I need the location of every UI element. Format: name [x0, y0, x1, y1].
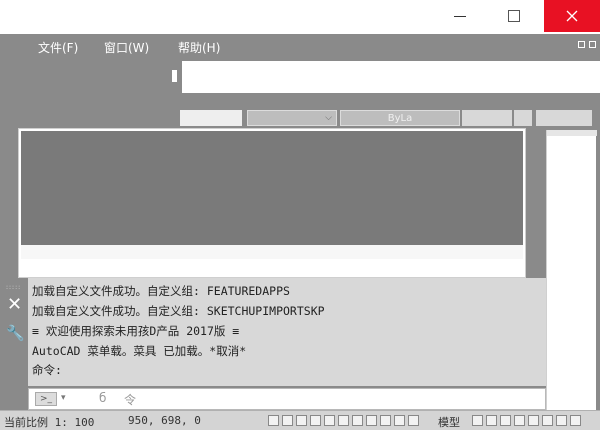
transparency-toggle-icon[interactable] [394, 415, 405, 426]
ortho-toggle-icon[interactable] [296, 415, 307, 426]
command-input[interactable]: >_ ▾ б 令 [28, 388, 546, 410]
linetype-value: ByLa [387, 112, 413, 124]
clean-screen-icon[interactable] [542, 415, 553, 426]
history-line: 加载自定义文件成功。自定义组: FEATUREDAPPS [32, 284, 290, 298]
command-placeholder-a: б [99, 391, 107, 405]
plotstyle-field[interactable] [514, 110, 532, 126]
drawing-canvas[interactable] [21, 131, 523, 245]
command-history: 加载自定义文件成功。自定义组: FEATUREDAPPS 加载自定义文件成功。自… [28, 278, 546, 386]
close-icon[interactable]: ✕ [7, 294, 22, 315]
right-side-panel [546, 130, 597, 430]
isolate-icon[interactable] [514, 415, 525, 426]
mdi-close-icon[interactable] [589, 41, 596, 48]
otrack-toggle-icon[interactable] [338, 415, 349, 426]
maximize-button[interactable] [491, 0, 537, 32]
osnap-toggle-icon[interactable] [324, 415, 335, 426]
history-line: ≡ 欢迎使用探索未用孩D产品 2017版 ≡ [32, 324, 240, 338]
menu-file[interactable]: 文件(F) [38, 39, 78, 56]
minimize-icon [454, 15, 466, 17]
lineweight-field[interactable] [462, 110, 512, 126]
layer-field[interactable] [180, 110, 242, 126]
menu-window[interactable]: 窗口(W) [104, 39, 149, 56]
wrench-icon[interactable]: 🔧 [6, 324, 25, 342]
ribbon-marker [172, 70, 177, 82]
lock-icon[interactable] [500, 415, 511, 426]
color-dropdown[interactable]: ⌵ [247, 110, 337, 126]
command-window-controls: ::::: ✕ 🔧 [0, 278, 27, 388]
close-window-button[interactable] [544, 0, 600, 32]
history-line: AutoCAD 菜单载。菜具 已加载。*取消* [32, 344, 247, 358]
mdi-restore-icon[interactable] [578, 41, 585, 48]
selection-toggle-icon[interactable] [408, 415, 419, 426]
properties-extra-field[interactable] [536, 110, 592, 126]
lightbulb-icon[interactable] [556, 415, 567, 426]
close-icon [566, 10, 578, 22]
linetype-dropdown[interactable]: ByLa [340, 110, 460, 126]
history-line: 加载自定义文件成功。自定义组: SKETCHUPIMPORTSKP [32, 304, 325, 318]
layout-tabs-strip [21, 245, 523, 259]
maximize-icon [508, 10, 520, 22]
command-placeholder-b: 令 [124, 393, 137, 407]
model-space-label[interactable]: 模型 [438, 414, 460, 430]
lineweight-toggle-icon[interactable] [380, 415, 391, 426]
coordinates-readout: 950, 698, 0 [128, 414, 201, 427]
history-line: 命令: [32, 363, 62, 377]
right-panel-header [547, 130, 597, 136]
window-titlebar [0, 0, 600, 34]
status-bar: 当前比例 1: 100 950, 698, 0 模型 [0, 410, 600, 430]
hardware-acceleration-icon[interactable] [528, 415, 539, 426]
menu-help[interactable]: 帮助(H) [178, 39, 220, 56]
ribbon-panel [182, 61, 600, 93]
grip-icon[interactable]: ::::: [6, 284, 21, 291]
status-tools [472, 415, 581, 426]
annotation-scale-icon[interactable] [472, 415, 483, 426]
chevron-down-icon: ⌵ [325, 113, 332, 123]
workspace-icon[interactable] [486, 415, 497, 426]
ducs-toggle-icon[interactable] [352, 415, 363, 426]
mdi-window-controls [578, 41, 596, 48]
minimize-button[interactable] [437, 0, 483, 32]
grid-toggle-icon[interactable] [282, 415, 293, 426]
drafting-toggles [268, 415, 419, 426]
drawing-area[interactable] [18, 128, 526, 278]
command-prompt-icon[interactable]: >_ [35, 392, 57, 406]
polar-toggle-icon[interactable] [310, 415, 321, 426]
chevron-down-icon[interactable]: ▾ [61, 393, 66, 403]
customize-icon[interactable] [570, 415, 581, 426]
dyn-toggle-icon[interactable] [366, 415, 377, 426]
snap-toggle-icon[interactable] [268, 415, 279, 426]
application-window: 文件(F) 窗口(W) 帮助(H) ⌵ ByLa ::::: ✕ 🔧 加载自定义… [0, 34, 600, 430]
scale-readout: 当前比例 1: 100 [4, 416, 95, 429]
menu-bar: 文件(F) 窗口(W) 帮助(H) [0, 34, 600, 60]
